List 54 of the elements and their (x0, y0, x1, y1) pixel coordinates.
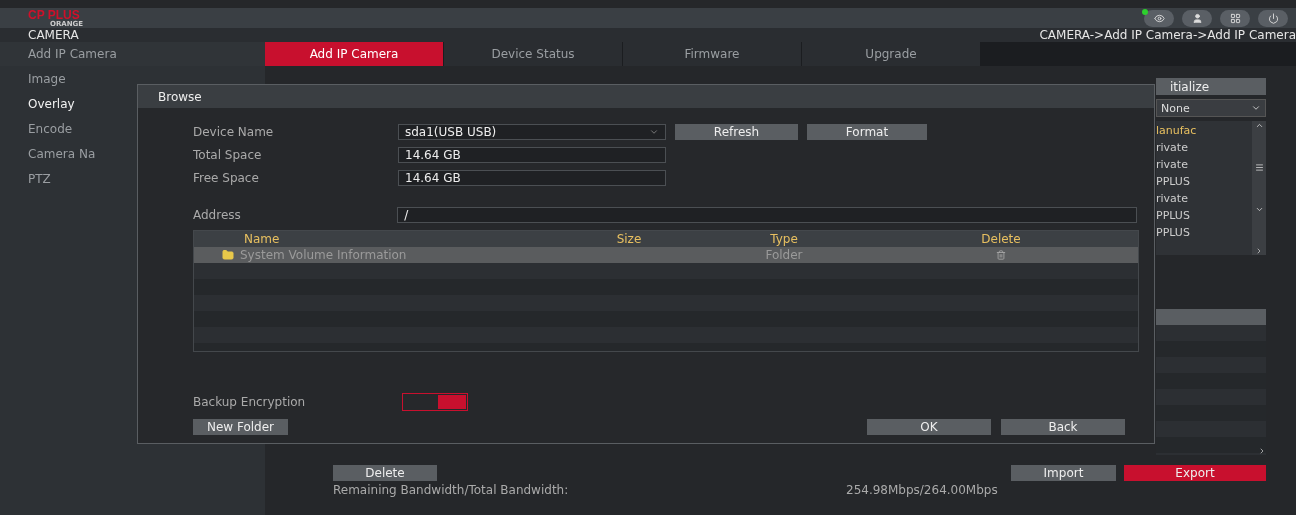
scroll-right-icon[interactable] (1255, 247, 1263, 255)
list-cell-text: PPLUS (1156, 225, 1191, 241)
breadcrumb: CAMERA->Add IP Camera->Add IP Camera (1039, 28, 1296, 42)
back-button[interactable]: Back (1001, 419, 1125, 435)
field-label: Total Space (193, 147, 263, 162)
user-icon[interactable] (1182, 9, 1212, 27)
list-cell-text: PPLUS (1156, 208, 1191, 224)
export-button[interactable]: Export (1124, 465, 1266, 481)
scroll-thumb-icon[interactable] (1254, 163, 1264, 172)
column-header: Name (243, 232, 281, 246)
tab[interactable]: Add IP Camera (265, 42, 444, 66)
delete-button[interactable]: Delete (333, 465, 437, 481)
chevron-down-icon (1251, 103, 1261, 113)
field-label: Address (193, 207, 242, 222)
column-header: Size (615, 232, 643, 246)
initialize-button[interactable]: itialize (1156, 78, 1266, 95)
power-icon[interactable] (1258, 9, 1288, 27)
field-label: Device Name (193, 124, 275, 139)
scroll-down-icon[interactable] (1254, 205, 1264, 214)
list-cell-text: rivate (1156, 140, 1189, 156)
grid-icon[interactable] (1220, 9, 1250, 27)
table-cell: System Volume Information (240, 248, 407, 262)
list-cell-text: rivate (1156, 157, 1189, 173)
refresh-button[interactable]: Refresh (675, 123, 798, 140)
list-cell-text: rivate (1156, 191, 1189, 207)
trash-icon[interactable] (996, 250, 1006, 260)
scrollbar[interactable] (1252, 121, 1266, 255)
format-button[interactable]: Format (807, 123, 927, 140)
column-header: lanufac (1156, 122, 1198, 139)
tab[interactable]: Device Status (444, 42, 623, 66)
table-cell: Folder (765, 248, 803, 262)
section-title: CAMERA (28, 28, 79, 42)
dialog-title: Browse (138, 85, 1154, 108)
eye-icon[interactable] (1144, 9, 1174, 27)
tab[interactable]: Upgrade (802, 42, 981, 66)
input-field[interactable]: 14.64 GB (398, 146, 666, 163)
encryption-toggle[interactable] (402, 392, 468, 411)
field-label: Free Space (193, 170, 260, 185)
device-dropdown[interactable]: sda1(USB USB) (398, 123, 666, 140)
new-folder-button[interactable]: New Folder (193, 419, 288, 435)
bandwidth-value: 254.98Mbps/264.00Mbps (846, 483, 998, 497)
column-header: Type (769, 232, 799, 246)
address-field[interactable]: / (397, 206, 1137, 223)
filter-dropdown[interactable]: None (1156, 99, 1266, 117)
input-field[interactable]: 14.64 GB (398, 169, 666, 186)
folder-icon (222, 249, 234, 261)
tab[interactable]: Firmware (623, 42, 802, 66)
bandwidth-label: Remaining Bandwidth/Total Bandwidth: (333, 483, 570, 497)
list-cell-text: PPLUS (1156, 174, 1191, 190)
ok-button[interactable]: OK (867, 419, 991, 435)
import-button[interactable]: Import (1011, 465, 1116, 481)
column-header: Delete (980, 232, 1022, 246)
scroll-up-icon[interactable] (1254, 121, 1264, 130)
field-label: Backup Encryption (193, 394, 307, 409)
